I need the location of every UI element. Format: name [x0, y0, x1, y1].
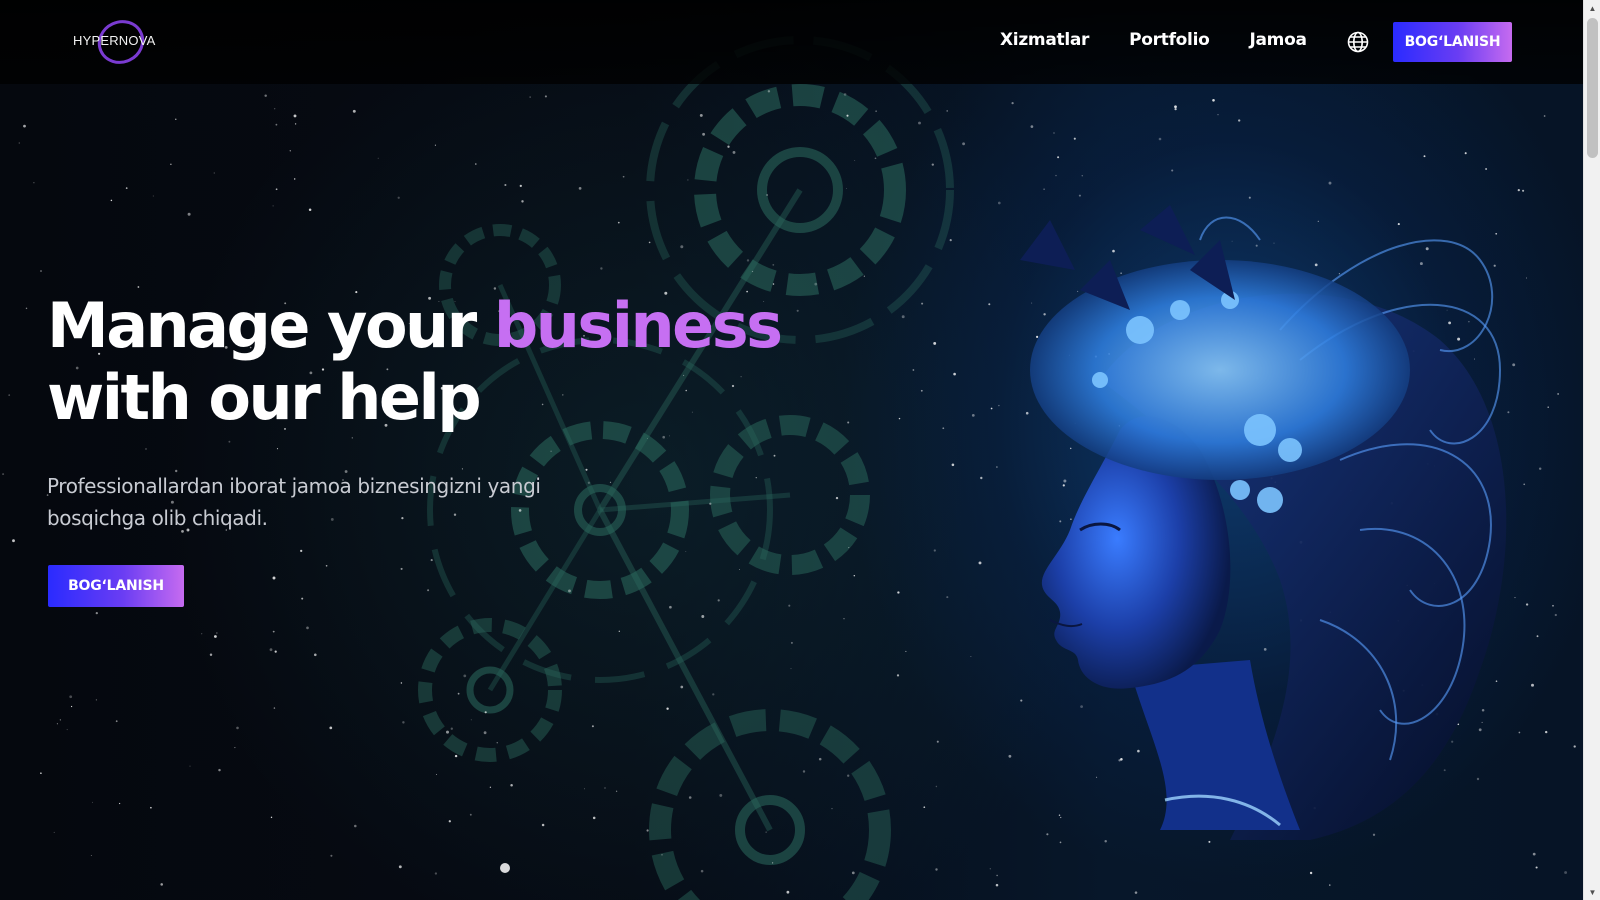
hero-title-part1: Manage your	[47, 289, 494, 362]
header-contact-button[interactable]: BOG‘LANISH	[1393, 22, 1512, 62]
hypernova-logo[interactable]: HYPERNOVA	[70, 18, 170, 66]
hero-title-accent: business	[493, 289, 783, 362]
ai-woman-portrait-image	[1020, 205, 1507, 841]
hero-subtitle: Professionallardan iborat jamoa biznesin…	[47, 474, 541, 530]
nav-item-portfolio[interactable]: Portfolio	[1129, 30, 1210, 50]
page: HYPERNOVA Xizmatlar Portfolio Jamoa BOG‘…	[0, 0, 1583, 900]
scroll-down-arrow-icon[interactable]: ▼	[1584, 884, 1600, 900]
scroll-up-arrow-icon[interactable]: ▲	[1584, 0, 1600, 16]
site-header: HYPERNOVA Xizmatlar Portfolio Jamoa BOG‘…	[0, 0, 1583, 84]
hero-title: Manage your business with our help	[47, 290, 807, 434]
scrollbar-thumb[interactable]	[1587, 18, 1598, 158]
vertical-scrollbar[interactable]: ▲ ▼	[1583, 0, 1600, 900]
nav-item-xizmatlar[interactable]: Xizmatlar	[1000, 30, 1089, 50]
main-nav: Xizmatlar Portfolio Jamoa	[1000, 30, 1307, 50]
logo-text: HYPERNOVA	[73, 33, 156, 48]
hero-title-part2: with our help	[47, 361, 482, 434]
hero-contact-button[interactable]: BOG‘LANISH	[48, 565, 184, 607]
globe-icon[interactable]	[1346, 30, 1370, 54]
nav-item-jamoa[interactable]: Jamoa	[1249, 30, 1306, 50]
